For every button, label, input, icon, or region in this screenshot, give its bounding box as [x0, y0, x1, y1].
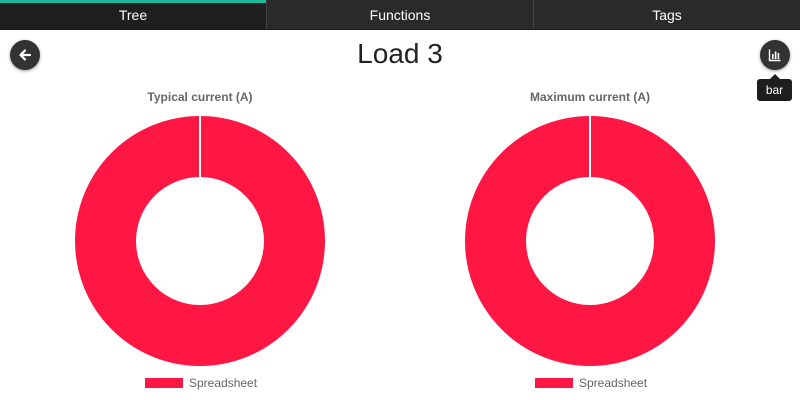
chart-title-maximum: Maximum current (A) — [529, 90, 651, 104]
tab-functions-label: Functions — [369, 6, 431, 23]
legend-swatch — [535, 378, 573, 388]
chart-toggle-tooltip: bar — [757, 74, 792, 101]
tab-tree[interactable]: Tree — [0, 0, 267, 29]
legend-maximum[interactable]: Spreadsheet — [535, 376, 647, 390]
tab-tree-label: Tree — [118, 6, 148, 23]
donut-chart-maximum — [465, 116, 715, 366]
bar-chart-toggle-button[interactable] — [760, 40, 790, 70]
tab-tags[interactable]: Tags — [534, 0, 800, 29]
tab-tags-label: Tags — [652, 6, 682, 23]
legend-label: Spreadsheet — [189, 376, 258, 390]
legend-label: Spreadsheet — [579, 376, 648, 390]
tab-functions[interactable]: Functions — [267, 0, 534, 29]
legend-typical[interactable]: Spreadsheet — [145, 376, 257, 390]
tab-bar: Tree Functions Tags — [0, 0, 800, 30]
chart-title-typical: Typical current (A) — [147, 90, 253, 104]
donut-chart-typical — [75, 116, 325, 366]
bar-chart-icon — [768, 49, 781, 62]
page-title: Load 3 — [357, 38, 443, 69]
legend-swatch — [145, 378, 183, 388]
